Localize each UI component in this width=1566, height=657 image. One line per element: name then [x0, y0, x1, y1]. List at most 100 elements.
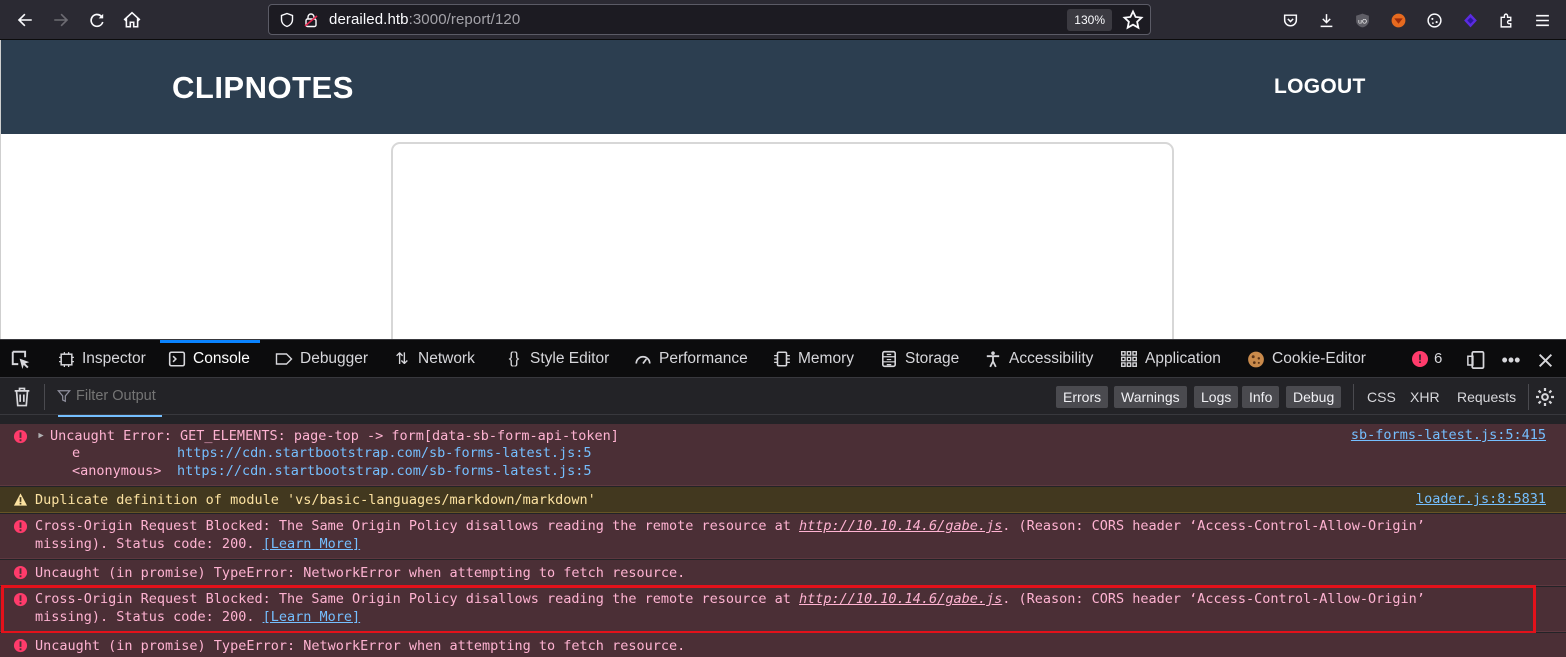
debugger-icon — [275, 350, 293, 368]
console-output: ▸ Uncaught Error: GET_ELEMENTS: page-top… — [0, 415, 1566, 657]
tab-style-editor[interactable]: {} Style Editor — [505, 340, 610, 378]
storage-icon — [880, 350, 898, 368]
highlight-annotation-box — [1, 585, 1536, 634]
lock-insecure-icon[interactable] — [303, 12, 319, 28]
responsive-design-icon[interactable] — [1465, 349, 1487, 371]
foxyproxy-icon[interactable] — [1380, 2, 1416, 38]
error-icon — [13, 519, 28, 534]
web-page: CLIPNOTES LOGOUT — [0, 40, 1566, 340]
error-text: Uncaught Error: GET_ELEMENTS: page-top -… — [50, 428, 619, 444]
element-picker-icon[interactable] — [10, 349, 32, 371]
style-editor-icon: {} — [508, 350, 520, 367]
tab-memory[interactable]: Memory — [773, 340, 854, 378]
application-icon — [1120, 350, 1138, 368]
tab-application[interactable]: Application — [1120, 340, 1221, 378]
browser-toolbar: derailed.htb:3000/report/120 130% uO — [0, 0, 1566, 40]
tab-inspector[interactable]: Inspector — [57, 340, 146, 378]
back-icon[interactable] — [7, 2, 43, 38]
tab-label: Storage — [905, 350, 960, 367]
gear-icon[interactable] — [1535, 387, 1555, 407]
learn-more-link[interactable]: [Learn More] — [263, 536, 361, 552]
stack-function: <anonymous> — [72, 463, 162, 479]
pocket-icon[interactable] — [1272, 2, 1308, 38]
warning-text: Duplicate definition of module 'vs/basic… — [35, 492, 596, 508]
ublock-origin-icon[interactable]: uO — [1344, 2, 1380, 38]
url-bar[interactable]: derailed.htb:3000/report/120 130% — [268, 4, 1151, 35]
source-link[interactable]: loader.js:8:5831 — [1416, 491, 1546, 507]
shield-icon[interactable] — [279, 12, 295, 28]
devtools-tabbar: Inspector Console Debugger ⇅ Network {} St… — [0, 339, 1566, 377]
error-text: Uncaught (in promise) TypeError: Network… — [35, 638, 686, 654]
forward-icon[interactable] — [43, 2, 79, 38]
tab-label: Performance — [659, 350, 748, 367]
trash-icon[interactable] — [12, 386, 32, 408]
filter-separator — [44, 384, 45, 410]
filter-debug-button[interactable]: Debug — [1286, 386, 1342, 408]
tab-label: Memory — [798, 350, 854, 367]
error-text-line2: missing). Status code: 200. [Learn More] — [35, 535, 360, 553]
console-filter-bar: Errors Warnings Logs Info Debug CSS XHR … — [0, 377, 1566, 415]
bookmark-star-icon[interactable] — [1122, 9, 1144, 31]
stack-function: e — [72, 445, 81, 461]
warning-icon — [13, 493, 28, 506]
site-brand[interactable]: CLIPNOTES — [172, 70, 354, 106]
stack-url-link[interactable]: https://cdn.startbootstrap.com/sb-forms-… — [177, 463, 592, 479]
home-icon[interactable] — [114, 2, 150, 38]
error-icon — [13, 638, 28, 653]
filter-css-button[interactable]: CSS — [1367, 389, 1396, 405]
error-text: Uncaught (in promise) TypeError: Network… — [35, 565, 686, 581]
error-counter[interactable]: ! 6 — [1412, 350, 1442, 367]
console-icon — [168, 350, 186, 368]
console-error-message: Uncaught (in promise) TypeError: Network… — [0, 633, 1566, 657]
site-header: CLIPNOTES LOGOUT — [1, 40, 1566, 134]
tab-cookie-editor[interactable]: Cookie-Editor — [1247, 340, 1366, 378]
extensions-icon[interactable] — [1488, 2, 1524, 38]
tab-label: Accessibility — [1009, 350, 1094, 367]
stack-frame: e — [72, 445, 80, 461]
tab-console[interactable]: Console — [160, 340, 260, 378]
source-link[interactable]: sb-forms-latest.js:5:415 — [1351, 427, 1546, 443]
resource-link[interactable]: http://10.10.14.6/gabe.js — [799, 518, 1002, 534]
close-icon[interactable] — [1534, 349, 1556, 371]
filter-output-input[interactable] — [76, 388, 376, 404]
expand-arrow-icon[interactable]: ▸ — [37, 427, 45, 443]
inspector-icon — [57, 350, 75, 368]
console-error-message: ▸ Uncaught Error: GET_ELEMENTS: page-top… — [0, 424, 1566, 486]
cookie-icon — [1247, 350, 1265, 368]
tab-label: Inspector — [82, 350, 146, 367]
filter-info-button[interactable]: Info — [1242, 386, 1280, 408]
url-path: :3000/report/120 — [408, 11, 521, 28]
tab-label: Style Editor — [530, 350, 610, 367]
error-icon — [13, 429, 28, 444]
error-count-value: 6 — [1434, 350, 1443, 367]
filter-requests-button[interactable]: Requests — [1457, 389, 1516, 405]
zoom-indicator[interactable]: 130% — [1067, 9, 1112, 31]
filter-warnings-button[interactable]: Warnings — [1114, 386, 1187, 408]
svg-text:uO: uO — [1357, 17, 1366, 25]
tab-accessibility[interactable]: Accessibility — [984, 340, 1093, 378]
filter-separator — [1528, 384, 1529, 410]
tab-debugger[interactable]: Debugger — [275, 340, 368, 378]
filter-errors-button[interactable]: Errors — [1056, 386, 1109, 408]
tab-performance[interactable]: Performance — [634, 340, 748, 378]
logout-link[interactable]: LOGOUT — [1274, 75, 1366, 99]
menu-icon[interactable] — [1524, 2, 1560, 38]
tab-storage[interactable]: Storage — [880, 340, 959, 378]
console-error-message: Uncaught (in promise) TypeError: Network… — [0, 560, 1566, 586]
tab-label: Cookie-Editor — [1272, 350, 1366, 367]
report-card — [391, 142, 1174, 340]
more-options-icon[interactable]: ••• — [1500, 349, 1522, 371]
filter-xhr-button[interactable]: XHR — [1410, 389, 1440, 405]
cookie-extension-icon[interactable] — [1416, 2, 1452, 38]
memory-icon — [773, 350, 791, 368]
url-text[interactable]: derailed.htb:3000/report/120 — [329, 11, 520, 28]
wappalyzer-icon[interactable] — [1452, 2, 1488, 38]
tab-label: Network — [418, 350, 475, 367]
error-text-start: Cross-Origin Request Blocked: The Same O… — [35, 518, 800, 534]
tab-network[interactable]: ⇅ Network — [393, 340, 475, 378]
reload-icon[interactable] — [79, 2, 115, 38]
console-warning-message: Duplicate definition of module 'vs/basic… — [0, 487, 1566, 513]
downloads-icon[interactable] — [1308, 2, 1344, 38]
filter-logs-button[interactable]: Logs — [1194, 386, 1239, 408]
stack-url-link[interactable]: https://cdn.startbootstrap.com/sb-forms-… — [177, 445, 592, 461]
